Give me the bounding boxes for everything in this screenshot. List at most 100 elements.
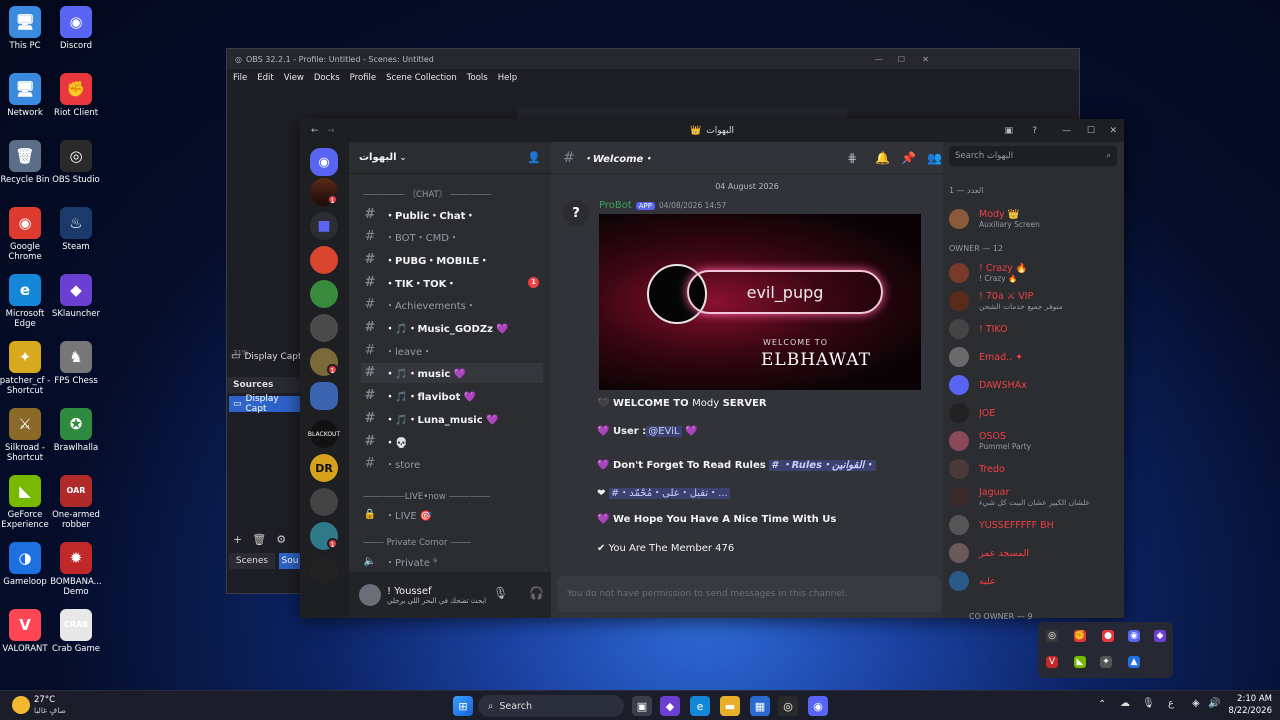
desktop-icon[interactable]: CRAB Crab Game: [45, 609, 107, 654]
menu-item[interactable]: View: [284, 73, 304, 83]
desktop-icon[interactable]: ◉ Discord: [45, 6, 107, 51]
server-icon-selected[interactable]: [310, 382, 338, 410]
server-header[interactable]: البهوات ⌄ 👤: [349, 142, 551, 174]
member-item[interactable]: Emad.. ✦: [949, 344, 1119, 370]
app-tray-icon[interactable]: ◆: [1154, 630, 1166, 642]
desktop-icon[interactable]: ✪ Brawlhalla: [45, 408, 107, 453]
riot-tray-icon[interactable]: ✊: [1074, 630, 1086, 642]
server-icon[interactable]: DR: [310, 454, 338, 482]
channel-mention[interactable]: # ・Rules・القوانين・: [769, 460, 877, 471]
add-member-icon[interactable]: 👤: [527, 151, 541, 164]
tab-sources[interactable]: Sou: [279, 553, 301, 569]
task-view-icon[interactable]: ▣: [632, 696, 652, 716]
menu-item[interactable]: Tools: [467, 73, 488, 83]
server-icon[interactable]: BLACKOUT: [308, 420, 340, 448]
weather-icon[interactable]: [12, 696, 30, 714]
app-icon[interactable]: ◆: [660, 696, 680, 716]
channel-item[interactable]: # ・PUBG・MOBILE・: [361, 249, 543, 269]
voice-channel-live[interactable]: 🔒 ・LIVE 🎯: [361, 504, 543, 524]
app-tray-icon[interactable]: ●: [1102, 630, 1114, 642]
network-icon[interactable]: ◈: [1192, 698, 1200, 709]
clock-time[interactable]: 2:10 AM: [1222, 694, 1272, 704]
store-icon[interactable]: ▦: [750, 696, 770, 716]
help-icon[interactable]: ?: [1032, 126, 1037, 136]
category-live[interactable]: ⸻⸻LIVE•now ⸻⸻: [363, 490, 490, 502]
obs-icon[interactable]: ◎: [778, 696, 798, 716]
cloud-icon[interactable]: ☁: [1120, 698, 1130, 709]
tab-scenes[interactable]: Scenes: [229, 553, 275, 569]
back-arrow-icon[interactable]: ←: [311, 126, 319, 136]
channel-item[interactable]: # ・Public・Chat・: [361, 204, 543, 224]
channel-item[interactable]: # ・TIK・TOK・ 1: [361, 272, 543, 292]
server-icon[interactable]: [310, 556, 338, 584]
weather-temp[interactable]: 27°C: [34, 695, 55, 705]
member-item[interactable]: Tredo: [949, 456, 1119, 482]
minimize-icon[interactable]: —: [1062, 126, 1071, 136]
edge-icon[interactable]: e: [690, 696, 710, 716]
welcome-banner[interactable]: evil_pupg WELCOME TO ELBHAWAT: [599, 214, 921, 390]
channel-mention[interactable]: #・تقبل・على・مُحْمّد・...: [608, 488, 730, 499]
desktop-icon[interactable]: ✊ Riot Client: [45, 73, 107, 118]
maximize-icon[interactable]: ☐: [898, 55, 905, 64]
pin-icon[interactable]: 📌: [901, 151, 916, 165]
desktop-icon[interactable]: ♨ Steam: [45, 207, 107, 252]
discord-tray-icon[interactable]: ◉: [1128, 630, 1140, 642]
menu-item[interactable]: Docks: [314, 73, 340, 83]
clock-date[interactable]: 8/22/2026: [1222, 706, 1272, 716]
desktop-icon[interactable]: OAR One-armed robber: [45, 475, 107, 530]
gear-icon[interactable]: ⚙: [276, 533, 286, 546]
source-item[interactable]: ▭ Display Capt: [229, 394, 301, 414]
member-item[interactable]: عليه: [949, 568, 1119, 594]
avatar[interactable]: [359, 584, 381, 606]
menu-item[interactable]: Edit: [257, 73, 273, 83]
category-private[interactable]: ⸻ Private Cornor ⸻: [363, 536, 471, 548]
discord-home-icon[interactable]: ◉: [310, 148, 338, 176]
channel-item[interactable]: # ・Achievements・: [361, 295, 543, 315]
folder-icon[interactable]: ■: [310, 212, 338, 240]
channel-item[interactable]: # ・leave・: [361, 340, 543, 360]
server-icon[interactable]: [310, 314, 338, 342]
close-icon[interactable]: ✕: [1109, 126, 1117, 136]
member-item[interactable]: ! TIKO: [949, 316, 1119, 342]
bell-icon[interactable]: 🔔: [875, 151, 890, 165]
discord-icon[interactable]: ◉: [808, 696, 828, 716]
app-tray-icon[interactable]: ▲: [1128, 656, 1140, 668]
member-list-icon[interactable]: 👥: [927, 151, 942, 165]
member-item[interactable]: Mody 👑 Auxiliary Screen: [949, 206, 1119, 232]
channel-item[interactable]: # ・🎵・Luna_music 💜: [361, 408, 543, 428]
server-icon[interactable]: [310, 246, 338, 274]
member-item[interactable]: Jaguar علشان الكبير عشان البيت كل شيء: [949, 484, 1119, 510]
microphone-icon[interactable]: 🎙: [1142, 698, 1155, 709]
file-explorer-icon[interactable]: ▬: [720, 696, 740, 716]
obs-tray-icon[interactable]: ◎: [1046, 630, 1058, 642]
bot-avatar[interactable]: ?: [563, 200, 589, 226]
forward-arrow-icon[interactable]: →: [327, 126, 335, 136]
desktop-icon[interactable]: ✹ BOMBANA... Demo: [45, 542, 107, 597]
channel-item[interactable]: # ・💀: [361, 431, 543, 451]
add-icon[interactable]: +: [233, 533, 242, 546]
obs-display-capture-bar[interactable]: ▭ Display Capt: [231, 351, 302, 362]
desktop-icon[interactable]: ♞ FPS Chess: [45, 341, 107, 386]
menu-item[interactable]: File: [233, 73, 247, 83]
user-mention[interactable]: @EViL: [646, 426, 682, 437]
channel-item[interactable]: # ・🎵・music 💜: [361, 362, 543, 383]
language-icon[interactable]: ع: [1168, 698, 1174, 709]
discord-window[interactable]: ← → 👑 البهوات ▣ ? — ☐ ✕ ◉ 1 ■ 1 BLACKOUT…: [300, 119, 1124, 621]
close-icon[interactable]: ✕: [922, 55, 929, 64]
channel-item[interactable]: # ・🎵・flavibot 💜: [361, 386, 543, 406]
server-icon[interactable]: [310, 488, 338, 516]
app-tray-icon[interactable]: ✦: [1100, 656, 1112, 668]
threads-icon[interactable]: ⋕: [847, 151, 857, 165]
member-item[interactable]: ! Crazy 🔥! Crazy 🔥: [949, 260, 1119, 286]
chevron-up-icon[interactable]: ⌃: [1098, 699, 1106, 710]
trash-icon[interactable]: 🗑: [252, 533, 266, 546]
member-item[interactable]: ! 70a ⚔ VIP متوفر جميع خدمات الشحن: [949, 288, 1119, 314]
search-input[interactable]: Search البهوات ⌕: [949, 146, 1117, 166]
volume-icon[interactable]: 🔊: [1208, 698, 1220, 709]
inbox-icon[interactable]: ▣: [1004, 126, 1013, 136]
member-item[interactable]: DAWSHAx: [949, 372, 1119, 398]
channel-item[interactable]: # ・store: [361, 454, 543, 474]
member-item[interactable]: OSOS Pummel Party: [949, 428, 1119, 454]
menu-item[interactable]: Profile: [350, 73, 376, 83]
member-item[interactable]: المسجد عمر: [949, 540, 1119, 566]
